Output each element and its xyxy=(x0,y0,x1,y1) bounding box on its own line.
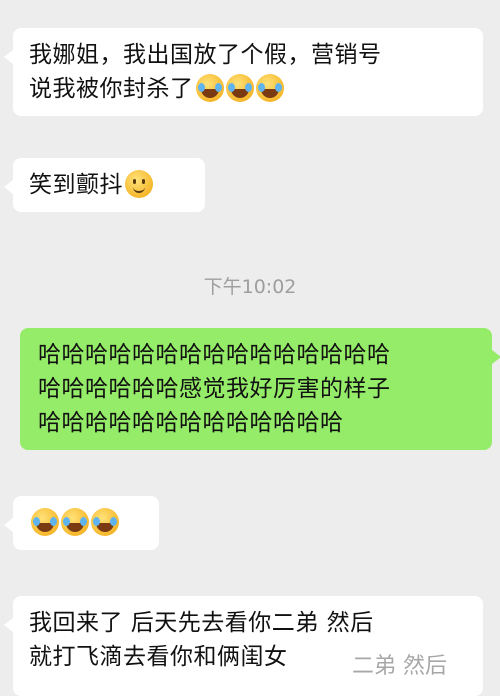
message-text-line: 哈哈哈哈哈哈哈哈哈哈哈哈哈 xyxy=(38,410,344,436)
message-text-line: 我回来了 后天先去看你二弟 然后 xyxy=(29,610,374,636)
message-bubble-incoming[interactable]: 笑到颤抖 xyxy=(4,158,205,212)
laugh-cry-emoji-icon xyxy=(255,74,284,102)
message-text-line: 哈哈哈哈哈哈哈哈哈哈哈哈哈哈哈 xyxy=(38,342,391,368)
laugh-cry-emoji-icon xyxy=(195,74,224,102)
laugh-cry-emoji-icon xyxy=(225,74,254,102)
smile-emoji-icon xyxy=(125,170,153,198)
laugh-cry-emoji-icon xyxy=(31,508,59,536)
message-bubble-incoming[interactable]: 我娜姐，我出国放了个假，营销号 说我被你封杀了 xyxy=(4,28,483,116)
message-text-line: 说我被你封杀了 xyxy=(29,76,194,102)
message-text-line: 哈哈哈哈哈哈感觉我好厉害的样子 xyxy=(38,376,391,402)
chat-thread[interactable]: 我娜姐，我出国放了个假，营销号 说我被你封杀了 笑到颤抖 下午10:02 哈哈哈… xyxy=(0,0,500,696)
message-text-line: 我娜姐，我出国放了个假，营销号 xyxy=(29,42,382,68)
message-text-line: 笑到颤抖 xyxy=(29,172,123,198)
message-bubble-outgoing[interactable]: 哈哈哈哈哈哈哈哈哈哈哈哈哈哈哈 哈哈哈哈哈哈感觉我好厉害的样子 哈哈哈哈哈哈哈哈… xyxy=(20,328,500,450)
message-bubble-incoming[interactable] xyxy=(4,496,159,550)
message-timestamp: 下午10:02 xyxy=(203,276,297,298)
laugh-cry-emoji-icon xyxy=(91,508,119,536)
watermark-text: 二弟 然后 xyxy=(352,654,447,679)
laugh-cry-emoji-icon xyxy=(61,508,89,536)
